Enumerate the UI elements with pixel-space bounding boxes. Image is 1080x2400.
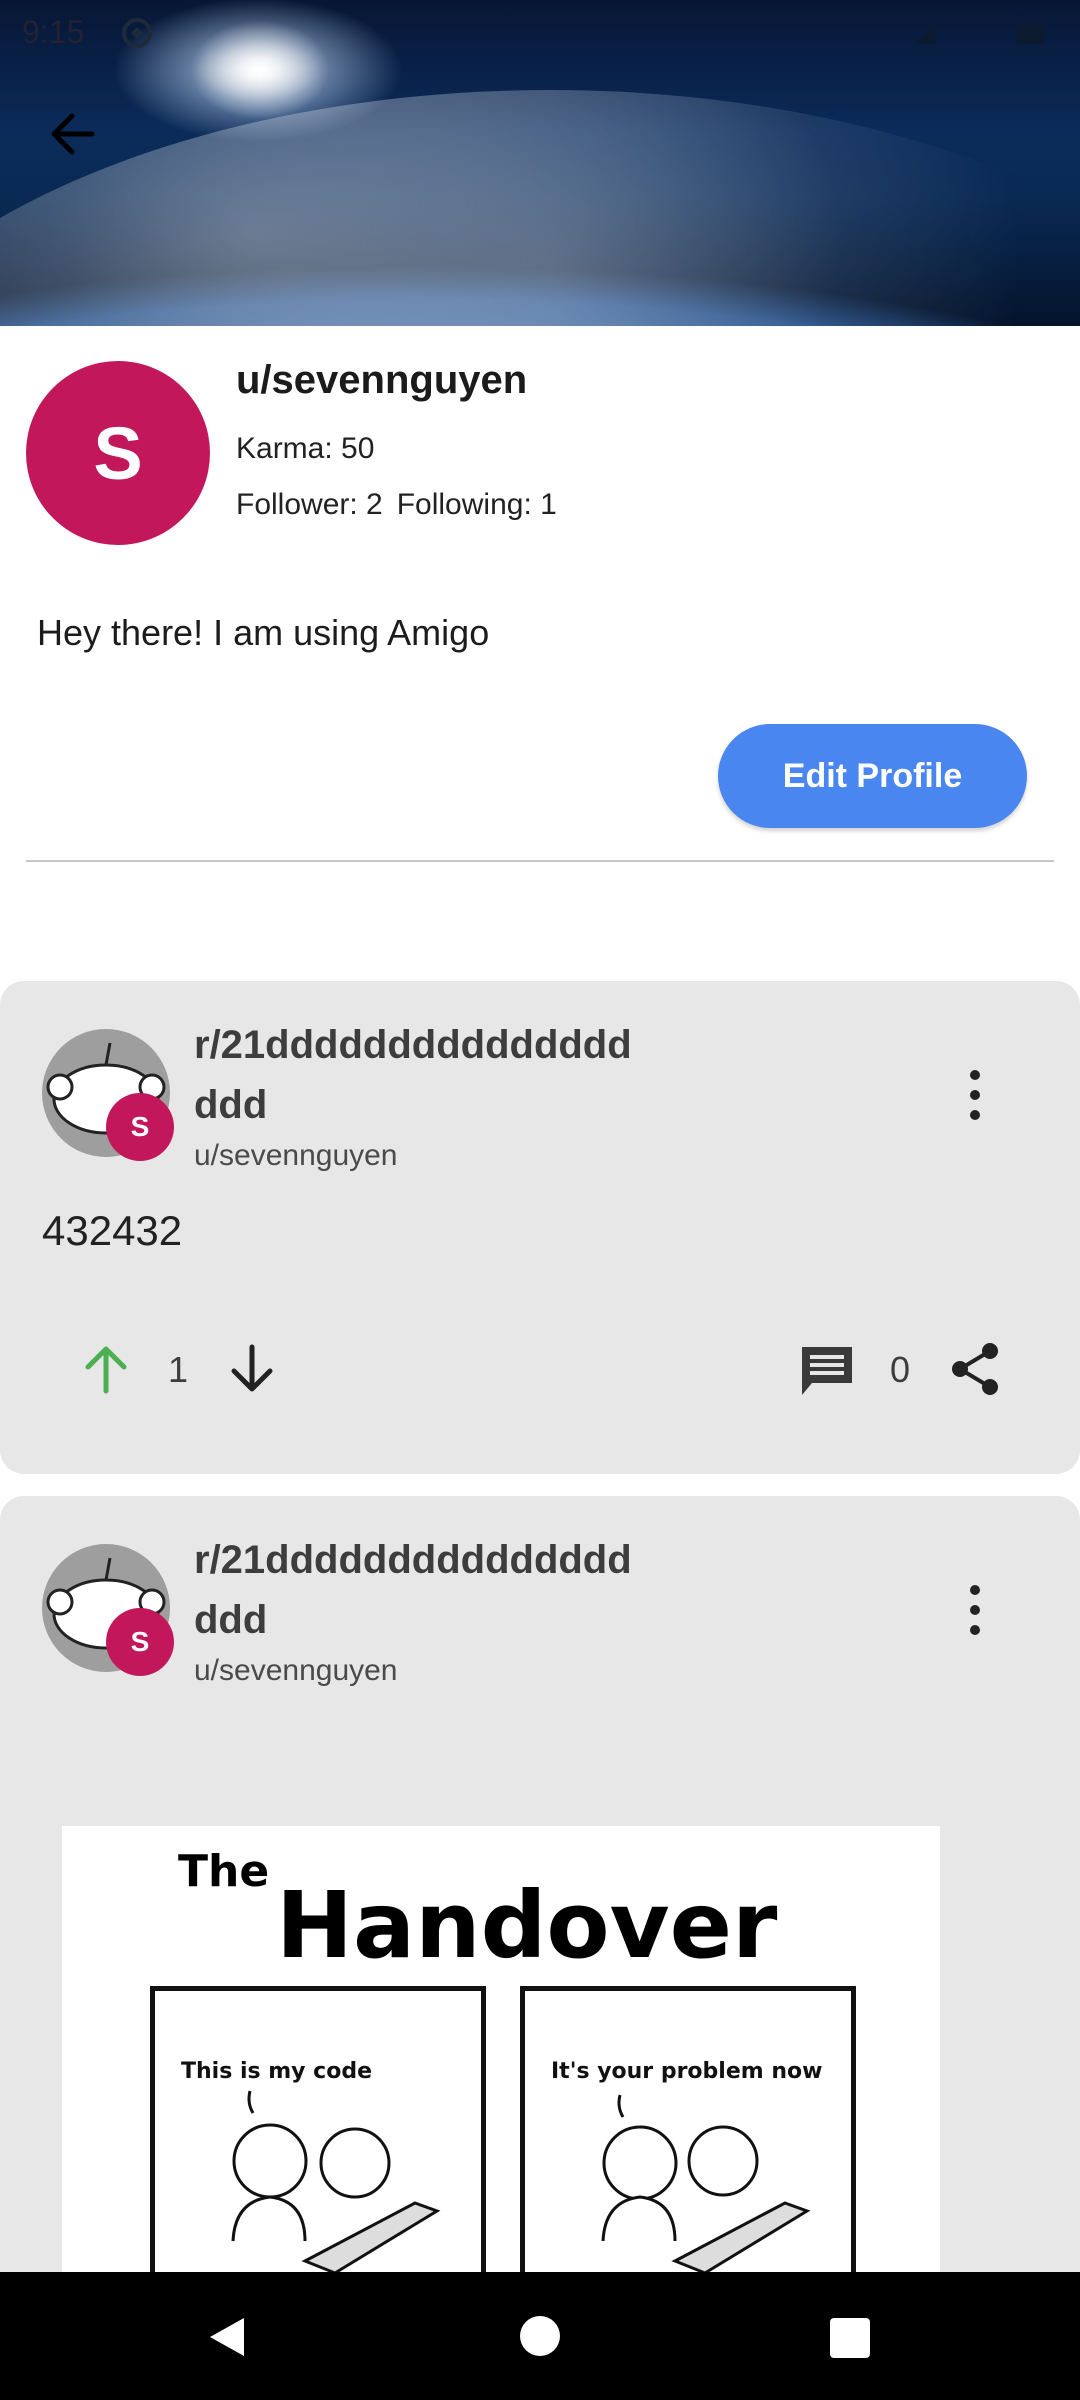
- status-time: 9:15: [22, 14, 85, 50]
- subreddit-avatar[interactable]: S: [42, 1029, 174, 1161]
- following-count[interactable]: Following: 1: [397, 488, 557, 521]
- system-nav-bar: [0, 2272, 1080, 2400]
- comment-icon[interactable]: [798, 1343, 856, 1399]
- post-card[interactable]: S r/21dddddddddddddddddd u/sevennguyen 4…: [0, 981, 1080, 1474]
- profile-username: u/sevennguyen: [236, 358, 528, 402]
- author-badge: S: [106, 1608, 174, 1676]
- nav-home-icon[interactable]: [520, 2316, 560, 2356]
- profile-avatar: S: [26, 361, 210, 545]
- post-author[interactable]: u/sevennguyen: [194, 1139, 398, 1173]
- author-badge: S: [106, 1093, 174, 1161]
- vote-count: 1: [168, 1349, 189, 1390]
- more-options-icon[interactable]: [958, 1580, 992, 1640]
- nav-back-icon[interactable]: [206, 2316, 248, 2358]
- nav-recents-icon[interactable]: [830, 2318, 870, 2358]
- status-bar: 9:15: [0, 0, 1080, 64]
- follower-count[interactable]: Follower: 2: [236, 488, 383, 521]
- status-app-icon: [122, 18, 152, 48]
- edit-profile-button[interactable]: Edit Profile: [718, 724, 1027, 828]
- banner-clouds: [0, 90, 1080, 326]
- back-arrow-icon[interactable]: [44, 104, 104, 164]
- post-subreddit-name[interactable]: r/21dddddddddddddddddd: [194, 1530, 644, 1650]
- comic-title: Handover: [276, 1872, 778, 1979]
- subreddit-avatar[interactable]: S: [42, 1544, 174, 1676]
- comment-count: 0: [890, 1349, 911, 1390]
- status-indicators-icon: [916, 24, 1044, 44]
- profile-follow-stats: Follower: 2 Following: 1: [236, 488, 557, 522]
- more-options-icon[interactable]: [958, 1065, 992, 1125]
- share-icon[interactable]: [948, 1341, 1004, 1397]
- profile-bio: Hey there! I am using Amigo: [37, 612, 490, 653]
- upvote-arrow-icon[interactable]: [78, 1341, 134, 1397]
- profile-divider: [26, 860, 1054, 862]
- post-body-text: 432432: [42, 1207, 183, 1254]
- downvote-arrow-icon[interactable]: [224, 1341, 280, 1397]
- post-actions: 1 0: [0, 1341, 1080, 1421]
- profile-karma: Karma: 50: [236, 432, 375, 465]
- post-author[interactable]: u/sevennguyen: [194, 1654, 398, 1688]
- post-subreddit-name[interactable]: r/21dddddddddddddddddd: [194, 1015, 644, 1135]
- post-card[interactable]: S r/21dddddddddddddddddd u/sevennguyen T…: [0, 1496, 1080, 2396]
- comic-title-small: The: [178, 1846, 270, 1897]
